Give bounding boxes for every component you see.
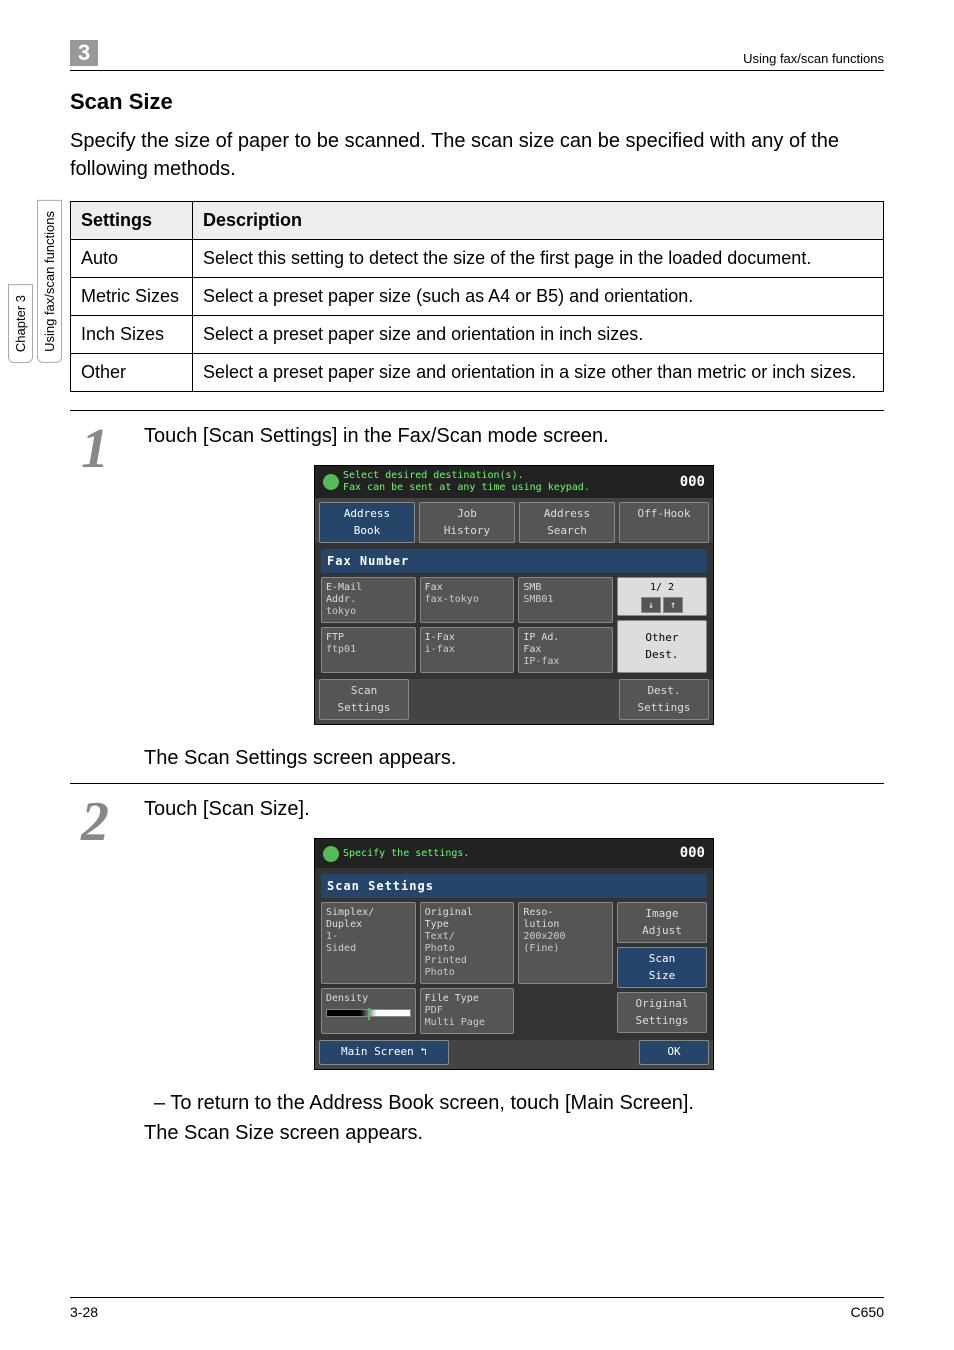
header-right-text: Using fax/scan functions <box>743 51 884 66</box>
cell-value2: PrintedPhoto <box>425 955 510 979</box>
other-dest-button[interactable]: OtherDest. <box>617 620 707 673</box>
tab-job-history[interactable]: JobHistory <box>419 502 515 543</box>
cell-label: File Type <box>425 993 479 1004</box>
lcd2-msg: Specify the settings. <box>343 848 469 860</box>
cell-label: OriginalType <box>425 907 473 930</box>
off-hook-button[interactable]: Off-Hook <box>619 502 709 543</box>
dest-fax[interactable]: Faxfax-tokyo <box>420 577 515 623</box>
dest-value: ftp01 <box>326 644 411 656</box>
step2-bullet: – To return to the Address Book screen, … <box>154 1088 884 1118</box>
cell-value: PDFMulti Page <box>425 1005 510 1029</box>
step-2: 2 Touch [Scan Size]. Specify the setting… <box>70 794 884 1148</box>
step1-text: Touch [Scan Settings] in the Fax/Scan mo… <box>144 421 884 451</box>
step-number-2: 2 <box>70 794 120 850</box>
page-up-button[interactable]: ↑ <box>663 597 683 613</box>
table-row: AutoSelect this setting to detect the si… <box>71 240 884 278</box>
scan-settings-title: Scan Settings <box>321 874 707 898</box>
dest-settings-button[interactable]: Dest.Settings <box>619 679 709 720</box>
cell: Other <box>71 354 193 392</box>
cell: Select this setting to detect the size o… <box>192 240 883 278</box>
dest-ifax[interactable]: I-Faxi-fax <box>420 627 515 673</box>
dest-value: tokyo <box>326 606 411 618</box>
dest-smb[interactable]: SMBSMB01 <box>518 577 613 623</box>
scan-settings-button[interactable]: ScanSettings <box>319 679 409 720</box>
fax-number-label: Fax Number <box>321 549 707 573</box>
sidetab-functions: Using fax/scan functions <box>37 200 62 363</box>
dest-ipfax[interactable]: IP Ad.FaxIP-fax <box>518 627 613 673</box>
settings-table: Settings Description AutoSelect this set… <box>70 201 884 392</box>
status-icon <box>323 846 339 862</box>
pager-text: 1/ 2 <box>650 582 674 593</box>
page-header: 3 Using fax/scan functions <box>70 40 884 71</box>
sidetab-chapter: Chapter 3 <box>8 284 33 363</box>
dest-label: I-Fax <box>425 632 455 643</box>
step2-text: Touch [Scan Size]. <box>144 794 884 824</box>
dest-label: SMB <box>523 582 541 593</box>
cell-value: 200x200(Fine) <box>523 931 608 955</box>
cell-label: Simplex/Duplex <box>326 907 374 930</box>
lcd1-msg1: Select desired destination(s). <box>343 470 590 482</box>
step2-after: The Scan Size screen appears. <box>144 1118 884 1148</box>
footer-right: C650 <box>851 1304 884 1320</box>
lcd1-count: 000 <box>680 472 705 493</box>
image-adjust-button[interactable]: ImageAdjust <box>617 902 707 943</box>
step-1: 1 Touch [Scan Settings] in the Fax/Scan … <box>70 421 884 773</box>
file-type-button[interactable]: File TypePDFMulti Page <box>420 988 515 1034</box>
table-row: Metric SizesSelect a preset paper size (… <box>71 278 884 316</box>
th-settings: Settings <box>71 202 193 240</box>
cell: Select a preset paper size and orientati… <box>192 316 883 354</box>
chapter-number: 3 <box>70 40 98 66</box>
tab-address-book[interactable]: AddressBook <box>319 502 415 543</box>
original-type-button[interactable]: OriginalTypeText/PhotoPrintedPhoto <box>420 902 515 984</box>
side-tabs: Chapter 3 Using fax/scan functions <box>8 200 62 378</box>
main-screen-button[interactable]: Main Screen ↰ <box>319 1040 449 1065</box>
cell: Inch Sizes <box>71 316 193 354</box>
lcd2-count: 000 <box>680 843 705 864</box>
cell: Auto <box>71 240 193 278</box>
lcd-fax-scan-screen: Select desired destination(s). Fax can b… <box>314 465 714 725</box>
simplex-duplex-button[interactable]: Simplex/Duplex1-Sided <box>321 902 416 984</box>
pager: 1/ 2 ↓ ↑ <box>617 577 707 616</box>
cell: Select a preset paper size (such as A4 o… <box>192 278 883 316</box>
cell: Metric Sizes <box>71 278 193 316</box>
page-footer: 3-28 C650 <box>70 1297 884 1320</box>
cell-label: Reso-lution <box>523 907 559 930</box>
cell: Select a preset paper size and orientati… <box>192 354 883 392</box>
dest-value: fax-tokyo <box>425 594 510 606</box>
tab-address-search[interactable]: AddressSearch <box>519 502 615 543</box>
step-number-1: 1 <box>70 421 120 477</box>
step1-after: The Scan Settings screen appears. <box>144 743 884 773</box>
lcd1-msg2: Fax can be sent at any time using keypad… <box>343 482 590 494</box>
dest-label: E-MailAddr. <box>326 582 362 605</box>
lcd-scan-settings-screen: Specify the settings. 000 Scan Settings … <box>314 838 714 1070</box>
table-row: Inch SizesSelect a preset paper size and… <box>71 316 884 354</box>
original-settings-button[interactable]: OriginalSettings <box>617 992 707 1033</box>
th-description: Description <box>192 202 883 240</box>
dest-label: IP Ad.Fax <box>523 632 559 655</box>
ok-button[interactable]: OK <box>639 1040 709 1065</box>
section-intro: Specify the size of paper to be scanned.… <box>70 127 884 183</box>
dest-value: SMB01 <box>523 594 608 606</box>
density-bar <box>326 1009 411 1017</box>
section-title: Scan Size <box>70 89 884 115</box>
cell-value: 1-Sided <box>326 931 411 955</box>
table-row: OtherSelect a preset paper size and orie… <box>71 354 884 392</box>
dest-label: Fax <box>425 582 443 593</box>
density-button[interactable]: Density <box>321 988 416 1034</box>
dest-email[interactable]: E-MailAddr.tokyo <box>321 577 416 623</box>
scan-size-button[interactable]: ScanSize <box>617 947 707 988</box>
footer-left: 3-28 <box>70 1304 98 1320</box>
cell-label: Density <box>326 993 368 1004</box>
status-icon <box>323 474 339 490</box>
dest-value: i-fax <box>425 644 510 656</box>
dest-label: FTP <box>326 632 344 643</box>
dest-value: IP-fax <box>523 656 608 668</box>
page-down-button[interactable]: ↓ <box>641 597 661 613</box>
resolution-button[interactable]: Reso-lution200x200(Fine) <box>518 902 613 984</box>
cell-value: Text/Photo <box>425 931 510 955</box>
dest-ftp[interactable]: FTPftp01 <box>321 627 416 673</box>
